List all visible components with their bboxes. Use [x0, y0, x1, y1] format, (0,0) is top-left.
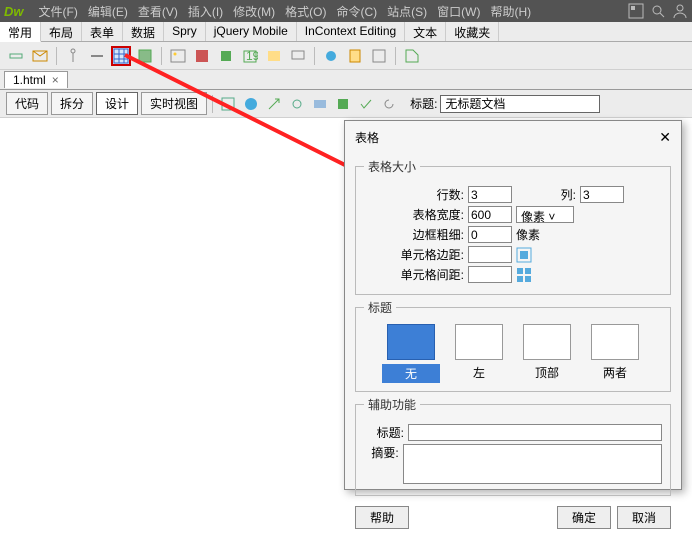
menu-view[interactable]: 查看(V)	[133, 3, 183, 20]
user-icon[interactable]	[672, 3, 688, 19]
comment-icon[interactable]	[288, 46, 308, 66]
menu-edit[interactable]: 编辑(E)	[83, 3, 133, 20]
email-icon[interactable]	[30, 46, 50, 66]
tag-icon[interactable]	[402, 46, 422, 66]
menu-format[interactable]: 格式(O)	[280, 3, 331, 20]
spacing-icon	[516, 267, 532, 283]
tab-favorites[interactable]: 收藏夹	[446, 22, 499, 41]
separator	[212, 95, 213, 113]
title-label: 标题:	[410, 95, 437, 112]
header-both[interactable]: 两者	[586, 324, 644, 383]
menu-site[interactable]: 站点(S)	[382, 3, 432, 20]
cols-label: 列:	[516, 186, 576, 203]
template-icon[interactable]	[369, 46, 389, 66]
table-dialog: 表格 ✕ 表格大小 行数: 列: 表格宽度: 像素 ˅ 边框粗细: 像素 单元格…	[344, 120, 682, 490]
width-unit-select[interactable]: 像素 ˅	[516, 206, 574, 223]
tab-jquery[interactable]: jQuery Mobile	[206, 22, 297, 41]
cols-input[interactable]	[580, 186, 624, 203]
width-label: 表格宽度:	[380, 206, 464, 223]
date-icon[interactable]: 19	[240, 46, 260, 66]
border-label: 边框粗细:	[380, 226, 464, 243]
tab-data[interactable]: 数据	[123, 22, 164, 41]
chevron-down-icon: ˅	[548, 210, 555, 224]
menu-insert[interactable]: 插入(I)	[183, 3, 228, 20]
rows-input[interactable]	[468, 186, 512, 203]
dialog-title: 表格	[355, 129, 379, 146]
layout-icon[interactable]	[628, 3, 644, 19]
menu-modify[interactable]: 修改(M)	[228, 3, 280, 20]
dialog-close-icon[interactable]: ✕	[659, 129, 671, 146]
tab-common[interactable]: 常用	[0, 22, 41, 42]
tab-spry[interactable]: Spry	[164, 22, 206, 41]
inspect-icon[interactable]	[218, 94, 238, 114]
separator	[395, 47, 396, 65]
search-icon[interactable]	[650, 3, 666, 19]
div-icon[interactable]	[135, 46, 155, 66]
separator	[56, 47, 57, 65]
visual-icon[interactable]	[333, 94, 353, 114]
tab-forms[interactable]: 表单	[82, 22, 123, 41]
widget-icon[interactable]	[216, 46, 236, 66]
spacing-label: 单元格间距:	[380, 266, 464, 283]
tab-text[interactable]: 文本	[405, 22, 446, 41]
script-icon[interactable]	[345, 46, 365, 66]
padding-label: 单元格边距:	[380, 246, 464, 263]
ok-button[interactable]: 确定	[557, 506, 611, 529]
arrow-icon[interactable]	[264, 94, 284, 114]
close-icon[interactable]: ×	[52, 73, 59, 87]
summary-label: 摘要:	[364, 444, 399, 461]
menu-file[interactable]: 文件(F)	[34, 3, 83, 20]
code-view-button[interactable]: 代码	[6, 92, 48, 115]
header-legend: 标题	[364, 299, 396, 316]
menu-command[interactable]: 命令(C)	[331, 3, 382, 20]
options-icon[interactable]	[310, 94, 330, 114]
spacing-input[interactable]	[468, 266, 512, 283]
app-logo: Dw	[4, 4, 24, 19]
padding-input[interactable]	[468, 246, 512, 263]
padding-icon	[516, 247, 532, 263]
caption-label: 标题:	[364, 424, 404, 441]
split-view-button[interactable]: 拆分	[51, 92, 93, 115]
hr-icon[interactable]	[87, 46, 107, 66]
tab-incontext[interactable]: InContext Editing	[297, 22, 405, 41]
header-left[interactable]: 左	[450, 324, 508, 383]
header-none[interactable]: 无	[382, 324, 440, 383]
tab-layout[interactable]: 布局	[41, 22, 82, 41]
separator	[161, 47, 162, 65]
doc-tab-name[interactable]: 1.html	[13, 73, 46, 87]
reload-icon[interactable]	[379, 94, 399, 114]
rows-label: 行数:	[404, 186, 464, 203]
svg-text:19: 19	[246, 49, 258, 63]
globe-icon[interactable]	[241, 94, 261, 114]
server-icon[interactable]	[264, 46, 284, 66]
size-legend: 表格大小	[364, 158, 420, 175]
menu-window[interactable]: 窗口(W)	[432, 3, 485, 20]
border-input[interactable]	[468, 226, 512, 243]
design-view-button[interactable]: 设计	[96, 92, 138, 115]
title-input[interactable]	[440, 95, 600, 113]
cancel-button[interactable]: 取消	[617, 506, 671, 529]
help-button[interactable]: 帮助	[355, 506, 409, 529]
anchor-icon[interactable]	[63, 46, 83, 66]
caption-input[interactable]	[408, 424, 662, 441]
validate-icon[interactable]	[356, 94, 376, 114]
head-icon[interactable]	[321, 46, 341, 66]
summary-input[interactable]	[403, 444, 662, 484]
image-icon[interactable]	[168, 46, 188, 66]
border-unit: 像素	[516, 226, 540, 243]
media-icon[interactable]	[192, 46, 212, 66]
hyperlink-icon[interactable]	[6, 46, 26, 66]
separator	[314, 47, 315, 65]
a11y-legend: 辅助功能	[364, 396, 420, 413]
live-view-button[interactable]: 实时视图	[141, 92, 207, 115]
width-input[interactable]	[468, 206, 512, 223]
header-top[interactable]: 顶部	[518, 324, 576, 383]
menu-help[interactable]: 帮助(H)	[485, 3, 536, 20]
refresh-icon[interactable]	[287, 94, 307, 114]
table-icon[interactable]	[111, 46, 131, 66]
